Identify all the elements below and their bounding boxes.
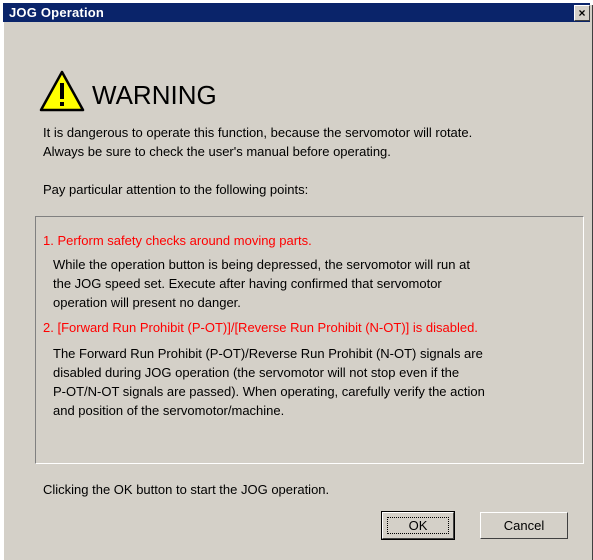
window-title: JOG Operation [9,5,105,20]
point-2-heading: 2. [Forward Run Prohibit (P-OT)]/[Revers… [43,320,478,335]
safety-points-panel: 1. Perform safety checks around moving p… [35,216,584,464]
point-1-heading: 1. Perform safety checks around moving p… [43,233,312,248]
close-button[interactable]: × [574,5,590,21]
point-2-line-3: P-OT/N-OT signals are passed). When oper… [53,384,485,399]
footer-instruction: Clicking the OK button to start the JOG … [43,482,330,497]
warning-heading: WARNING [92,80,217,110]
point-2-line-2: disabled during JOG operation (the servo… [53,365,460,380]
cancel-button[interactable]: Cancel [480,512,568,539]
ok-button[interactable]: OK [381,511,455,540]
intro-line-2: Always be sure to check the user's manua… [43,144,391,159]
point-2-line-4: and position of the servomotor/machine. [53,403,285,418]
point-1-line-3: operation will present no danger. [53,295,241,310]
warning-triangle-icon [39,70,85,112]
cancel-button-label: Cancel [503,518,545,533]
intro-line-1: It is dangerous to operate this function… [43,125,473,140]
focus-indicator [387,517,449,534]
point-1-line-2: the JOG speed set. Execute after having … [53,276,442,291]
point-2-line-1: The Forward Run Prohibit (P-OT)/Reverse … [53,346,483,361]
intro-line-3: Pay particular attention to the followin… [43,182,309,197]
point-1-line-1: While the operation button is being depr… [53,257,470,272]
close-icon: × [578,6,586,20]
title-bar[interactable]: JOG Operation × [3,3,590,22]
